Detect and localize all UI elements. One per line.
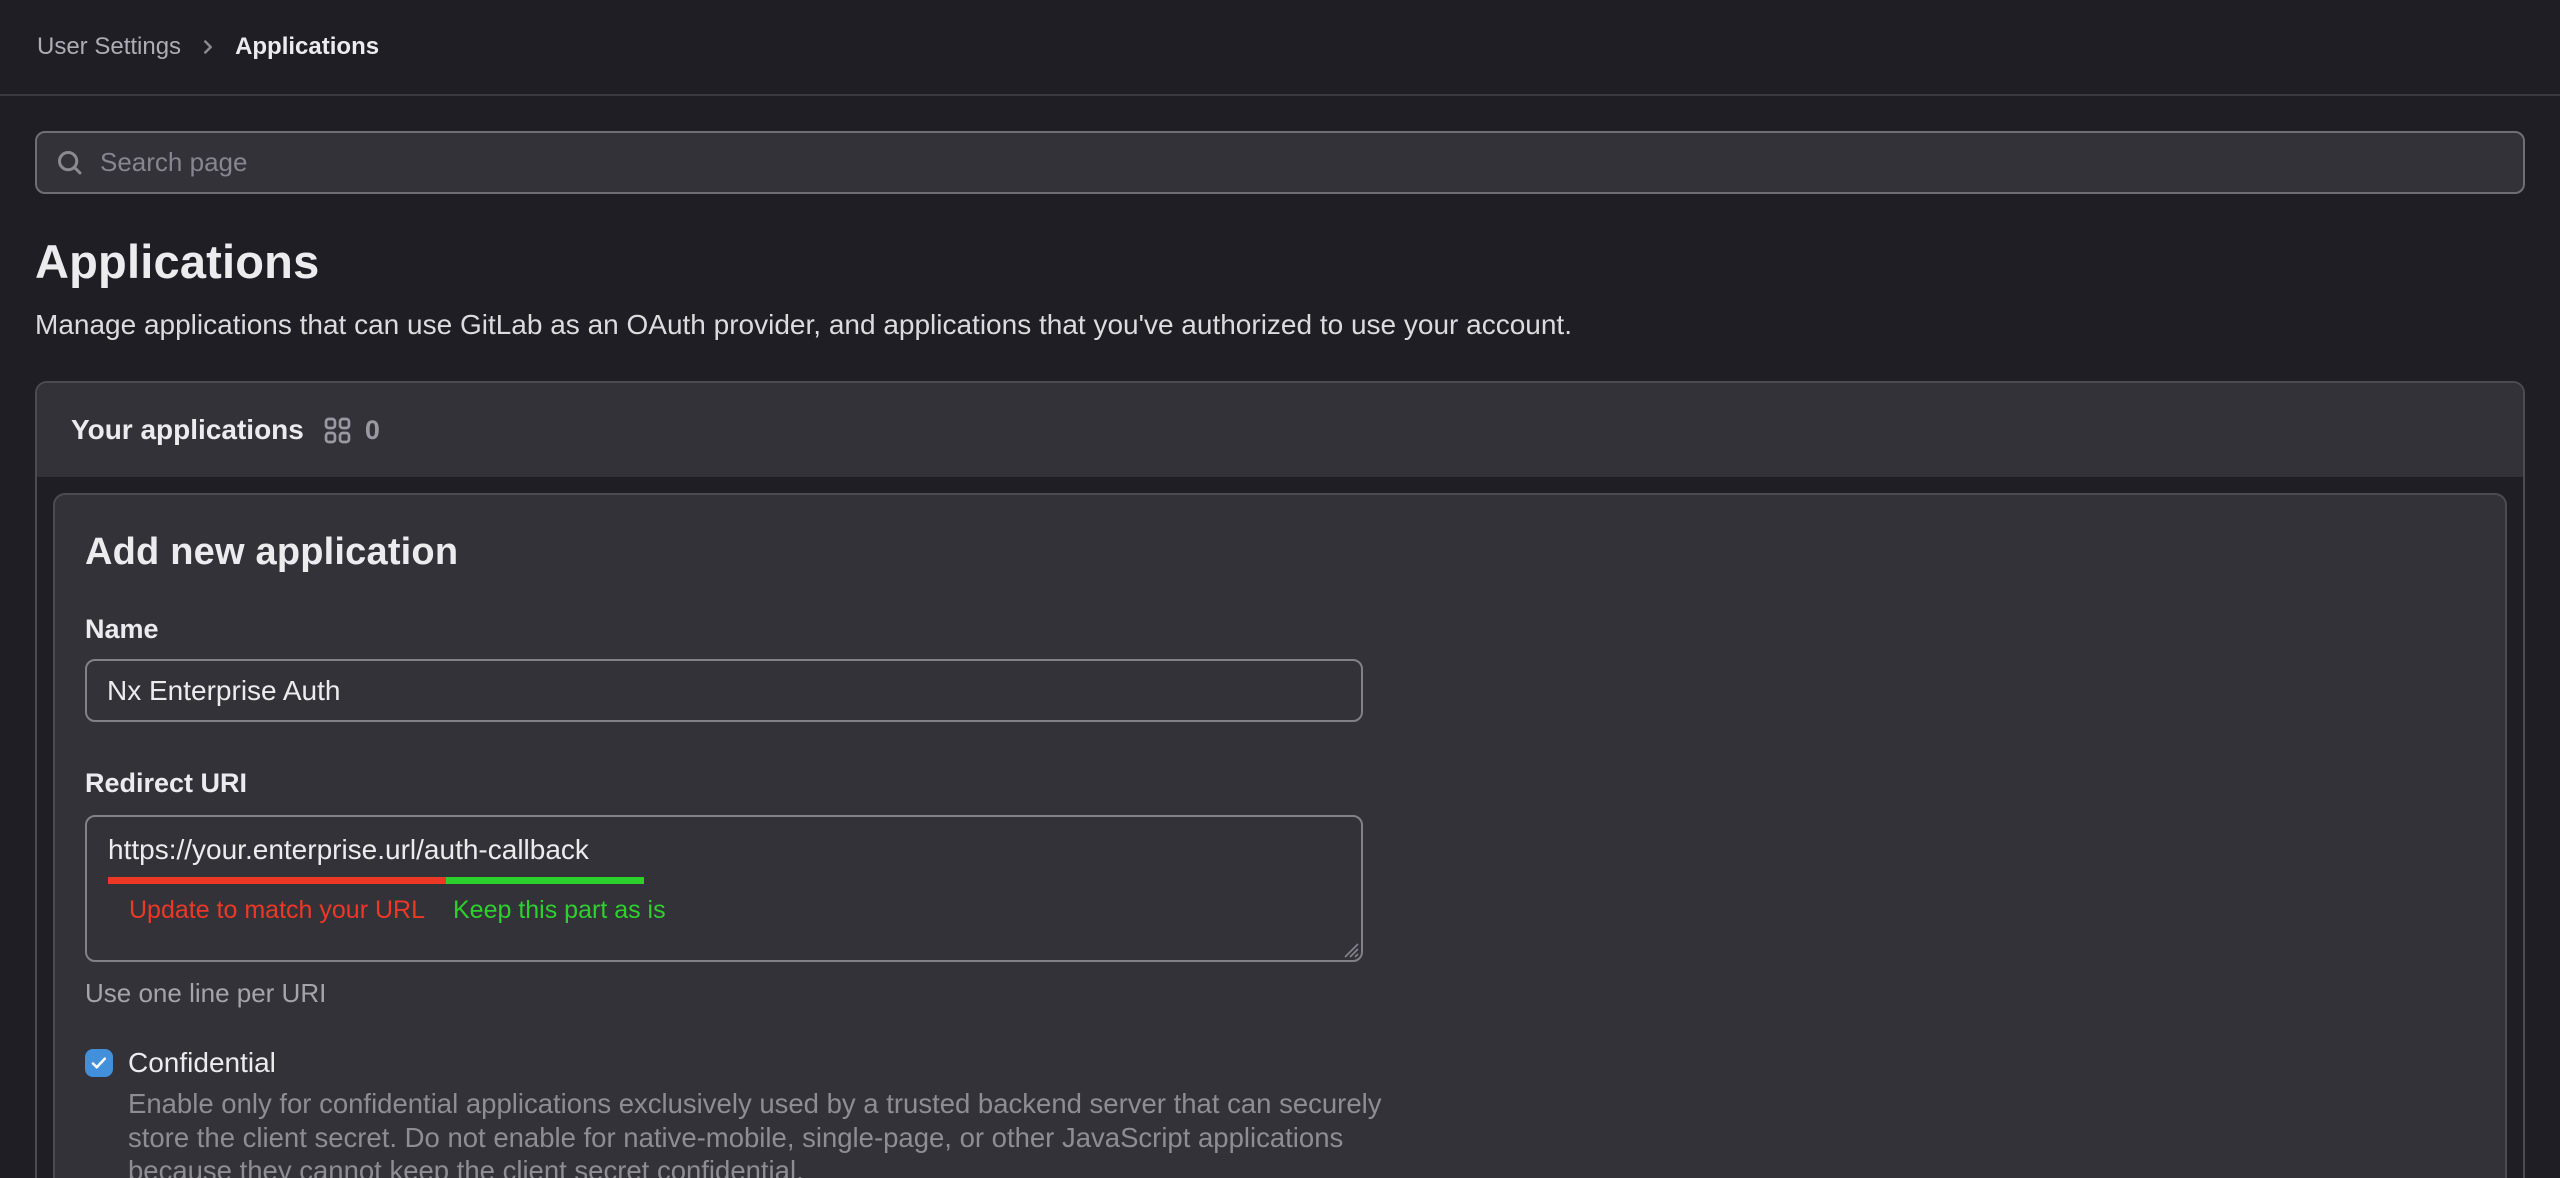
green-underline — [446, 877, 644, 884]
your-applications-header: Your applications 0 — [37, 383, 2523, 477]
annotation-red-text: Update to match your URL — [108, 896, 446, 925]
your-applications-title: Your applications — [71, 414, 304, 446]
add-new-application-card: Add new application Name Redirect URI ht… — [53, 493, 2507, 1178]
search-icon — [55, 148, 85, 178]
annotation-green-text: Keep this part as is — [446, 896, 666, 925]
name-input[interactable] — [85, 659, 1363, 722]
redirect-uri-value: https://your.enterprise.url/auth-callbac… — [87, 817, 1361, 866]
applications-grid-icon — [324, 417, 351, 444]
page-content: Applications Manage applications that ca… — [0, 131, 2560, 1178]
top-bar: User Settings Applications — [0, 0, 2560, 96]
chevron-right-icon — [197, 36, 219, 58]
name-label: Name — [85, 614, 2475, 645]
redirect-uri-textarea[interactable]: https://your.enterprise.url/auth-callbac… — [85, 815, 1363, 962]
breadcrumb-user-settings[interactable]: User Settings — [37, 33, 181, 61]
breadcrumb: User Settings Applications — [37, 33, 379, 61]
red-underline — [108, 877, 446, 884]
page-title: Applications — [35, 234, 2525, 289]
resize-handle-icon[interactable] — [1341, 940, 1359, 958]
confidential-row: Confidential — [85, 1047, 2475, 1079]
search-bar[interactable] — [35, 131, 2525, 194]
redirect-uri-help: Use one line per URI — [85, 978, 2475, 1009]
confidential-label[interactable]: Confidential — [128, 1047, 276, 1079]
confidential-help: Enable only for confidential application… — [128, 1087, 1408, 1178]
confidential-checkbox[interactable] — [85, 1049, 113, 1077]
applications-count-badge: 0 — [365, 415, 380, 446]
annotation-underlines — [108, 877, 1361, 884]
checkmark-icon — [89, 1053, 109, 1073]
search-input[interactable] — [100, 147, 2505, 178]
add-new-application-title: Add new application — [85, 531, 2475, 574]
breadcrumb-applications[interactable]: Applications — [235, 33, 379, 61]
page-description: Manage applications that can use GitLab … — [35, 309, 2525, 341]
your-applications-section: Your applications 0 Add new application … — [35, 381, 2525, 1178]
your-applications-body: Add new application Name Redirect URI ht… — [37, 477, 2523, 1178]
redirect-uri-label: Redirect URI — [85, 768, 2475, 799]
annotation-notes: Update to match your URL Keep this part … — [108, 896, 1361, 925]
